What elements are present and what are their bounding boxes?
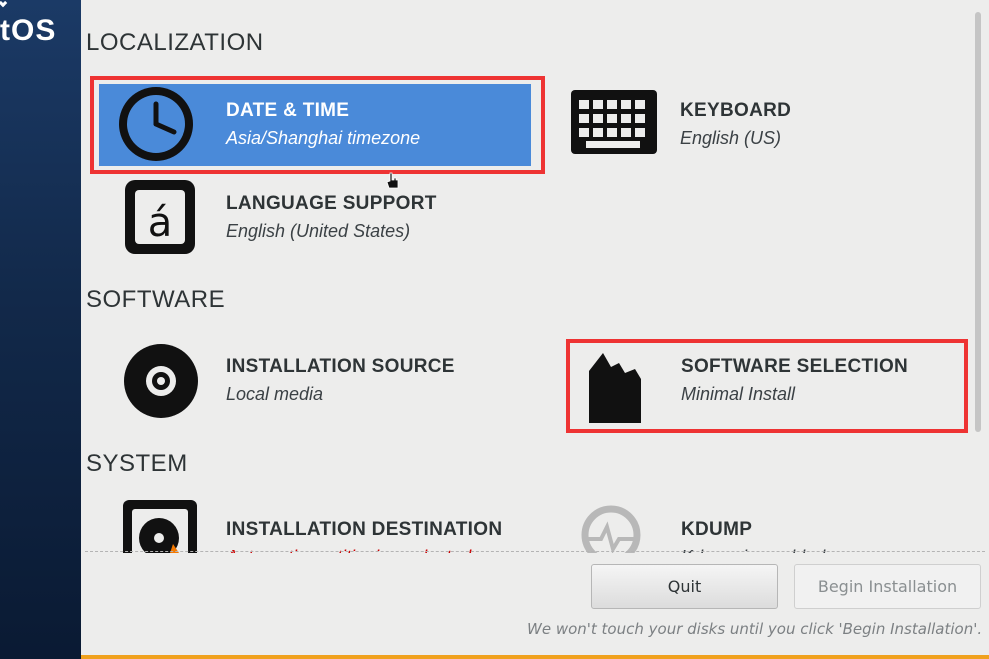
spoke-name: INSTALLATION DESTINATION [226, 519, 503, 540]
hand-cursor-icon [386, 172, 399, 189]
bottom-accent-bar [81, 655, 989, 659]
spoke-status: English (US) [680, 128, 782, 148]
svg-text:á: á [148, 200, 173, 246]
highlight-box-date-time [90, 76, 545, 174]
keyboard-icon [571, 90, 657, 154]
distro-logo: tOS [0, 14, 57, 47]
spoke-name: INSTALLATION SOURCE [226, 356, 455, 377]
spoke-name: KDUMP [681, 519, 753, 540]
disc-icon [124, 344, 198, 418]
spoke-name: LANGUAGE SUPPORT [226, 193, 437, 214]
spoke-installation-source[interactable]: INSTALLATION SOURCE Local media [119, 341, 519, 423]
spoke-status: Local media [226, 384, 324, 404]
highlight-box-software-selection [566, 339, 968, 433]
spoke-keyboard[interactable]: KEYBOARD English (US) [569, 84, 909, 166]
logo-mark-icon [0, 0, 8, 8]
section-title-software: SOFTWARE [86, 286, 226, 313]
language-icon: á [125, 180, 195, 254]
section-title-localization: LOCALIZATION [86, 29, 264, 56]
spoke-name: KEYBOARD [680, 100, 792, 121]
begin-installation-button[interactable]: Begin Installation [794, 564, 981, 609]
section-title-system: SYSTEM [86, 450, 188, 477]
spoke-language-support[interactable]: á LANGUAGE SUPPORT English (United State… [119, 178, 519, 260]
spoke-status: English (United States) [226, 221, 411, 241]
footer-divider [85, 551, 985, 552]
footer-note: We won't touch your disks until you clic… [527, 620, 983, 638]
scrollbar[interactable] [975, 12, 981, 432]
sidebar: tOS [0, 0, 81, 659]
quit-button[interactable]: Quit [591, 564, 778, 609]
